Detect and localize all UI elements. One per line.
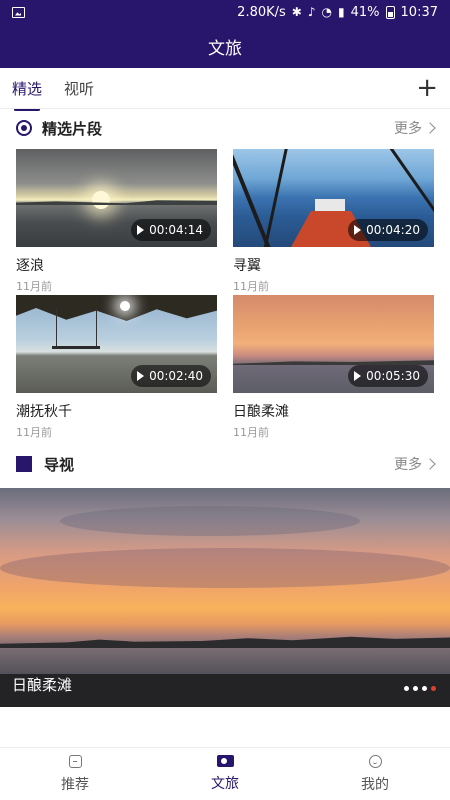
video-title[interactable]: 潮抚秋千 bbox=[16, 401, 217, 421]
square-icon bbox=[16, 456, 32, 472]
video-thumbnail[interactable]: 00:04:20 bbox=[233, 149, 434, 247]
wifi-icon: ◔ bbox=[321, 5, 333, 19]
duration-badge: 00:04:20 bbox=[348, 219, 428, 241]
video-title[interactable]: 寻翼 bbox=[233, 255, 434, 275]
featured-section-header: 精选片段 更多 bbox=[0, 114, 450, 142]
top-tabs: 精选 视听 + bbox=[0, 68, 450, 111]
section-title: 导视 bbox=[44, 455, 75, 474]
slide-dot[interactable] bbox=[422, 686, 427, 691]
plus-icon[interactable]: + bbox=[416, 75, 438, 101]
duration-badge: 00:05:30 bbox=[348, 365, 428, 387]
bluetooth-icon: ✱ bbox=[291, 5, 302, 19]
nav-label: 推荐 bbox=[61, 776, 89, 793]
duration-badge: 00:04:14 bbox=[131, 219, 211, 241]
nav-item-mine[interactable]: 我的 bbox=[300, 748, 450, 800]
video-time: 11月前 bbox=[233, 426, 269, 439]
battery-icon bbox=[385, 5, 395, 19]
section-title: 精选片段 bbox=[42, 119, 103, 138]
video-time: 11月前 bbox=[16, 426, 52, 439]
video-time: 11月前 bbox=[16, 280, 52, 293]
clock: 10:37 bbox=[400, 4, 438, 20]
chevron-right-icon bbox=[424, 122, 436, 134]
page-title: 文旅 bbox=[208, 38, 242, 59]
slide-indicator bbox=[404, 686, 436, 691]
video-thumbnail[interactable]: 00:05:30 bbox=[233, 295, 434, 393]
more-label: 更多 bbox=[394, 121, 422, 137]
user-icon bbox=[368, 754, 382, 768]
more-label: 更多 bbox=[394, 457, 422, 473]
video-title[interactable]: 日酿柔滩 bbox=[233, 401, 434, 421]
video-card[interactable]: 00:05:30 日酿柔滩 11月前 bbox=[233, 295, 434, 440]
more-button[interactable]: 更多 bbox=[394, 454, 436, 474]
chevron-right-icon bbox=[424, 458, 436, 470]
duration-text: 00:02:40 bbox=[149, 369, 203, 383]
nav-label: 我的 bbox=[361, 776, 389, 793]
video-thumbnail[interactable]: 00:04:14 bbox=[16, 149, 217, 247]
video-card[interactable]: 00:02:40 潮抚秋千 11月前 bbox=[16, 295, 217, 440]
banner-title: 日酿柔滩 bbox=[12, 676, 73, 694]
duration-text: 00:04:14 bbox=[149, 223, 203, 237]
more-button[interactable]: 更多 bbox=[394, 118, 436, 138]
guide-section-header: 导视 更多 bbox=[0, 450, 450, 478]
duration-text: 00:04:20 bbox=[366, 223, 420, 237]
signal-icon: ▮ bbox=[338, 5, 345, 19]
nav-item-recommend[interactable]: 推荐 bbox=[0, 748, 150, 800]
video-thumbnail[interactable]: 00:02:40 bbox=[16, 295, 217, 393]
status-bar: 2.80K/s ✱ ♪ ◔ ▮ 41% 10:37 bbox=[0, 0, 450, 24]
video-time: 11月前 bbox=[233, 280, 269, 293]
divider bbox=[0, 108, 450, 109]
home-icon bbox=[68, 754, 82, 768]
tab-featured[interactable]: 精选 bbox=[12, 74, 42, 111]
play-icon bbox=[354, 371, 362, 381]
mute-icon: ♪ bbox=[307, 5, 316, 19]
nav-item-culture-travel[interactable]: 文旅 bbox=[150, 748, 300, 800]
bottom-nav: 推荐 文旅 我的 bbox=[0, 747, 450, 800]
video-title[interactable]: 逐浪 bbox=[16, 255, 217, 275]
slide-dot[interactable] bbox=[413, 686, 418, 691]
slide-dot-active[interactable] bbox=[431, 686, 436, 691]
logo-icon bbox=[16, 120, 32, 136]
duration-badge: 00:02:40 bbox=[131, 365, 211, 387]
image-icon bbox=[12, 6, 25, 18]
play-icon bbox=[137, 225, 145, 235]
network-speed: 2.80K/s bbox=[237, 4, 286, 20]
play-icon bbox=[137, 371, 145, 381]
video-card[interactable]: 00:04:20 寻翼 11月前 bbox=[233, 149, 434, 294]
tab-audio-visual[interactable]: 视听 bbox=[64, 74, 94, 103]
app-header: 2.80K/s ✱ ♪ ◔ ▮ 41% 10:37 文旅 bbox=[0, 0, 450, 68]
nav-label: 文旅 bbox=[211, 776, 239, 792]
video-card[interactable]: 00:04:14 逐浪 11月前 bbox=[16, 149, 217, 294]
video-camera-icon bbox=[216, 755, 234, 767]
play-icon bbox=[354, 225, 362, 235]
slide-dot[interactable] bbox=[404, 686, 409, 691]
duration-text: 00:05:30 bbox=[366, 369, 420, 383]
guide-banner[interactable]: 日酿柔滩 bbox=[0, 488, 450, 707]
battery-percent: 41% bbox=[350, 4, 380, 20]
